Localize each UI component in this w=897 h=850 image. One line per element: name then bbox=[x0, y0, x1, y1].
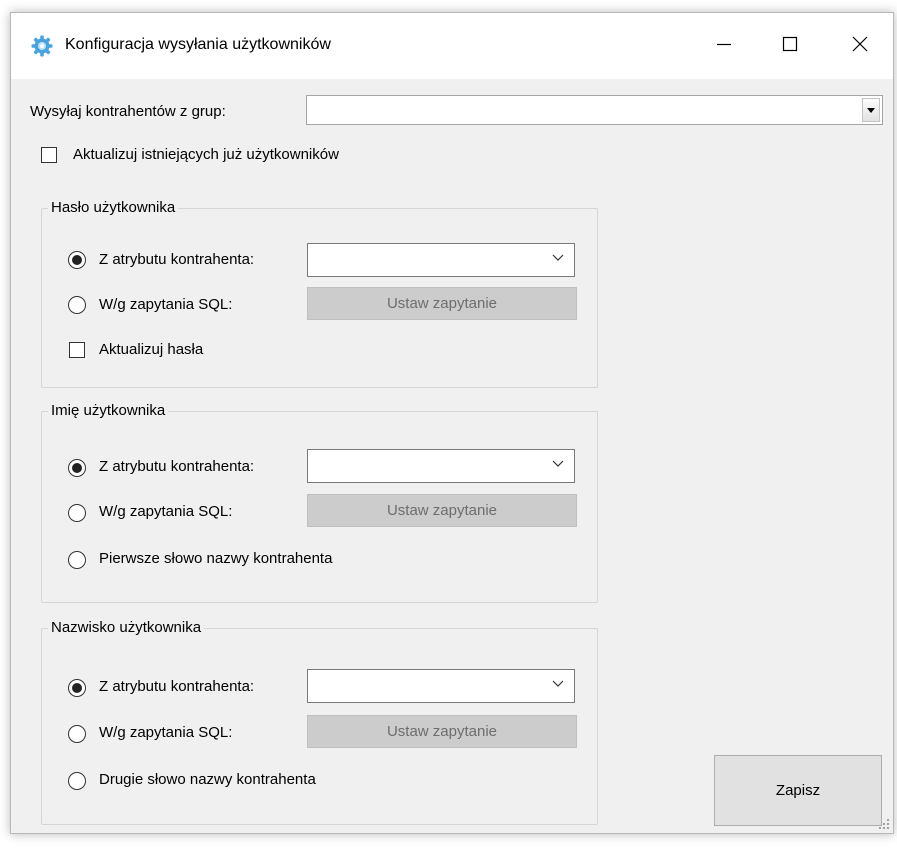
caret-down-icon bbox=[867, 107, 875, 113]
lastname-set-query-button[interactable]: Ustaw zapytanie bbox=[307, 715, 577, 748]
firstname-sql-radio[interactable] bbox=[68, 504, 86, 522]
update-existing-checkbox[interactable] bbox=[41, 147, 57, 163]
save-button[interactable]: Zapisz bbox=[714, 755, 882, 826]
lastname-attribute-label[interactable]: Z atrybutu kontrahenta: bbox=[99, 678, 254, 695]
firstname-attribute-label[interactable]: Z atrybutu kontrahenta: bbox=[99, 458, 254, 475]
close-icon bbox=[852, 36, 868, 52]
firstname-sql-label[interactable]: W/g zapytania SQL: bbox=[99, 503, 232, 520]
firstname-set-query-button[interactable]: Ustaw zapytanie bbox=[307, 494, 577, 527]
lastname-attribute-radio[interactable] bbox=[68, 679, 86, 697]
firstname-word-radio[interactable] bbox=[68, 551, 86, 569]
chevron-down-icon bbox=[552, 680, 564, 687]
groups-dropdown[interactable] bbox=[306, 95, 883, 125]
lastname-word-radio[interactable] bbox=[68, 772, 86, 790]
firstname-groupbox: Imię użytkownika Z atrybutu kontrahenta:… bbox=[41, 402, 598, 603]
chevron-down-icon bbox=[552, 254, 564, 261]
password-set-query-button[interactable]: Ustaw zapytanie bbox=[307, 287, 577, 320]
maximize-button[interactable] bbox=[767, 23, 813, 65]
firstname-word-label[interactable]: Pierwsze słowo nazwy kontrahenta bbox=[99, 550, 332, 567]
maximize-icon bbox=[782, 36, 798, 52]
window-title: Konfiguracja wysyłania użytkowników bbox=[65, 36, 331, 53]
lastname-attribute-combo[interactable] bbox=[307, 669, 575, 703]
password-groupbox: Hasło użytkownika Z atrybutu kontrahenta… bbox=[41, 199, 598, 388]
password-sql-label[interactable]: W/g zapytania SQL: bbox=[99, 296, 232, 313]
config-dialog-window: Konfiguracja wysyłania użytkowników Wysy… bbox=[10, 12, 894, 834]
minimize-icon bbox=[717, 43, 731, 46]
firstname-attribute-radio[interactable] bbox=[68, 459, 86, 477]
lastname-sql-radio[interactable] bbox=[68, 725, 86, 743]
lastname-sql-label[interactable]: W/g zapytania SQL: bbox=[99, 724, 232, 741]
resize-grip-icon[interactable] bbox=[878, 818, 890, 830]
update-existing-label[interactable]: Aktualizuj istniejących już użytkowników bbox=[73, 146, 339, 163]
minimize-button[interactable] bbox=[701, 23, 747, 65]
close-button[interactable] bbox=[837, 23, 883, 65]
lastname-group-title: Nazwisko użytkownika bbox=[48, 619, 205, 636]
chevron-down-icon bbox=[552, 460, 564, 467]
dropdown-arrow-button[interactable] bbox=[862, 98, 880, 122]
gear-cog-icon bbox=[31, 35, 53, 57]
password-attribute-radio[interactable] bbox=[68, 251, 86, 269]
update-passwords-checkbox[interactable] bbox=[69, 342, 85, 358]
lastname-groupbox: Nazwisko użytkownika Z atrybutu kontrahe… bbox=[41, 619, 598, 825]
groups-label: Wysyłaj kontrahentów z grup: bbox=[30, 103, 226, 120]
firstname-attribute-combo[interactable] bbox=[307, 449, 575, 483]
password-sql-radio[interactable] bbox=[68, 296, 86, 314]
password-attribute-label[interactable]: Z atrybutu kontrahenta: bbox=[99, 251, 254, 268]
password-group-title: Hasło użytkownika bbox=[48, 199, 179, 216]
password-attribute-combo[interactable] bbox=[307, 243, 575, 277]
title-bar[interactable]: Konfiguracja wysyłania użytkowników bbox=[11, 13, 893, 79]
update-passwords-label[interactable]: Aktualizuj hasła bbox=[99, 341, 203, 358]
lastname-word-label[interactable]: Drugie słowo nazwy kontrahenta bbox=[99, 771, 316, 788]
firstname-group-title: Imię użytkownika bbox=[48, 402, 169, 419]
